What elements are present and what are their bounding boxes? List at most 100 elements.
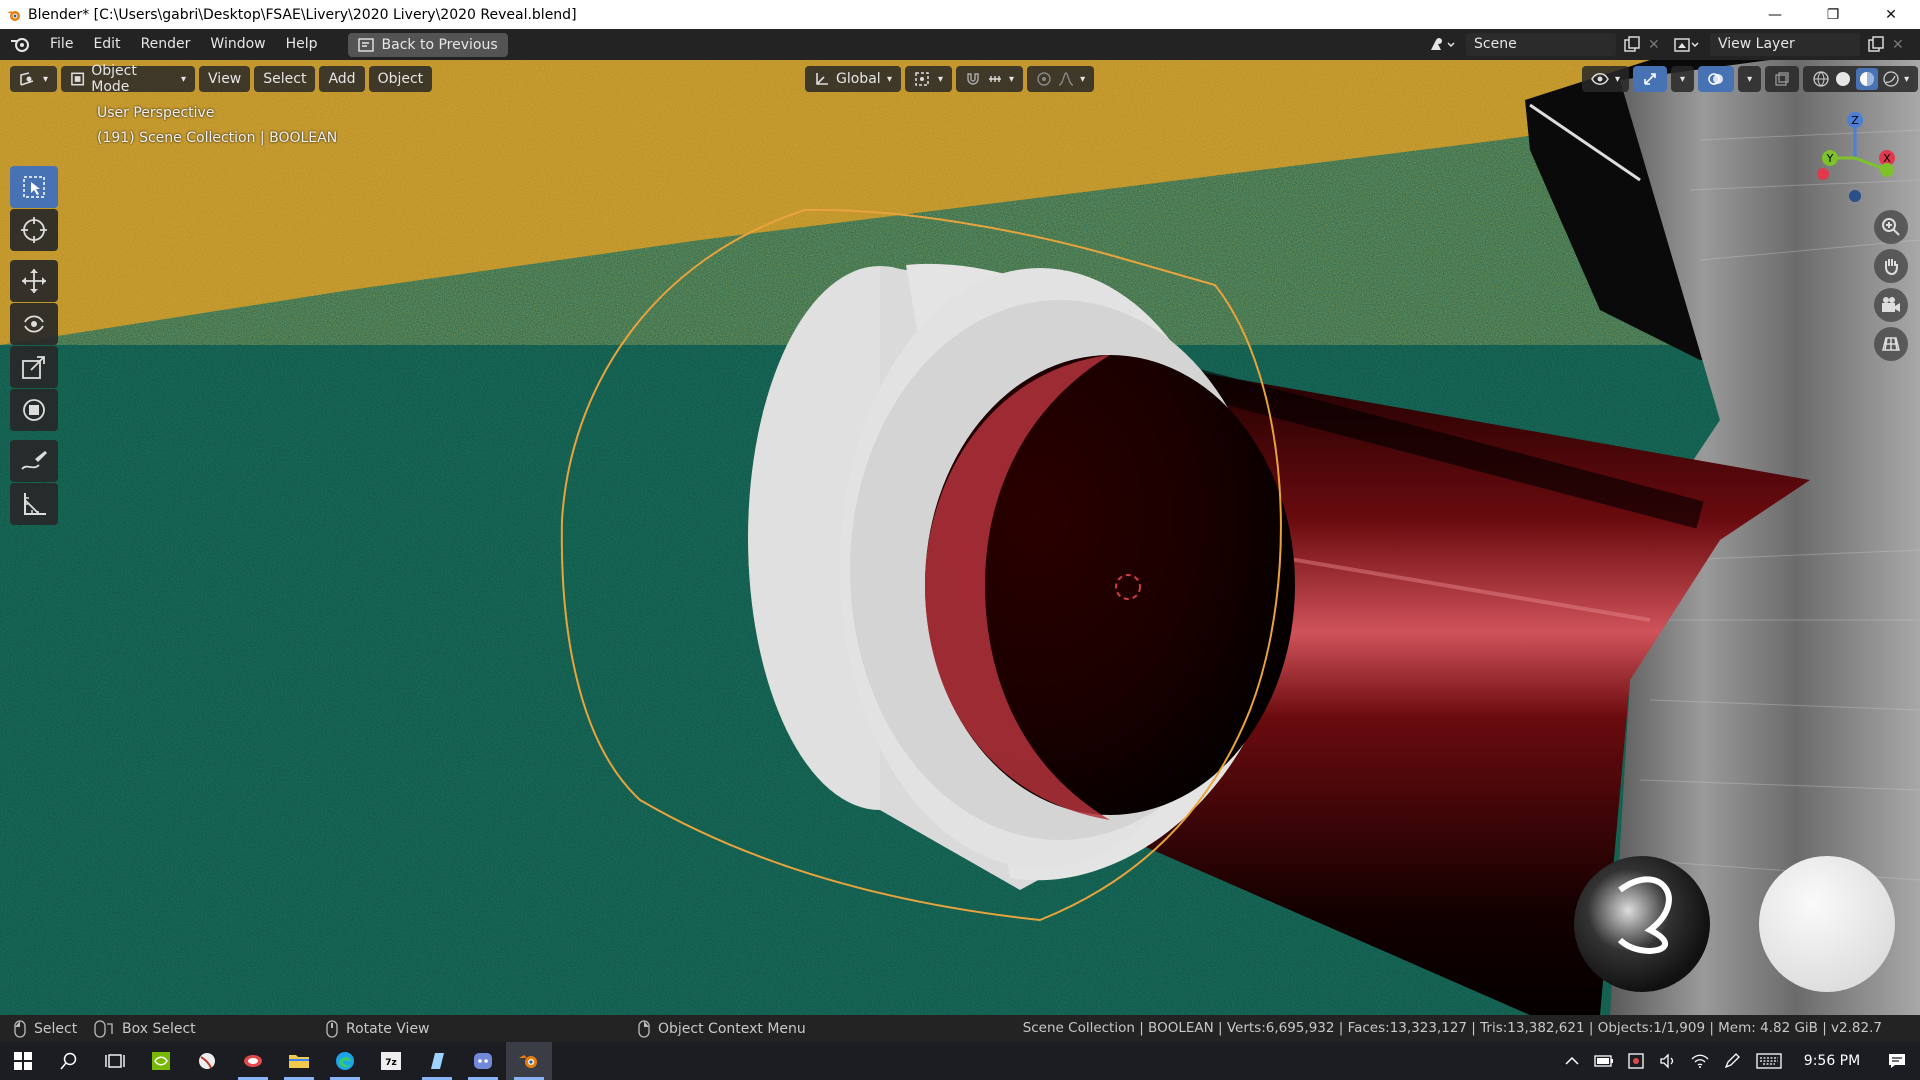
viewport-render	[0, 60, 1920, 1015]
taskbar-file-explorer[interactable]	[276, 1042, 322, 1080]
chevron-down-icon: ▾	[1680, 73, 1686, 85]
system-tray: 9:56 PM	[1556, 1042, 1920, 1080]
maximize-button[interactable]: ❐	[1804, 0, 1862, 29]
touch-keyboard[interactable]	[1748, 1042, 1790, 1080]
pen-icon	[1724, 1053, 1740, 1069]
move-icon	[22, 269, 46, 293]
new-view-layer-icon[interactable]	[1866, 35, 1886, 55]
chevron-down-icon[interactable]: ▾	[1904, 74, 1909, 85]
taskbar-search[interactable]	[46, 1042, 92, 1080]
status-context-menu: Object Context Menu	[638, 1019, 806, 1038]
view-layer-selector[interactable]: View Layer ✕	[1672, 33, 1904, 56]
blue-app-icon	[431, 1053, 444, 1069]
status-context-menu-label: Object Context Menu	[658, 1020, 806, 1037]
show-hidden-icons[interactable]	[1556, 1042, 1588, 1080]
camera-view-button[interactable]	[1874, 288, 1908, 322]
transform-orientation-dropdown[interactable]: Global ▾	[805, 66, 901, 92]
toggle-ortho-button[interactable]	[1874, 327, 1908, 361]
shading-buttons: ▾	[1803, 66, 1919, 92]
blender-menu-icon[interactable]	[0, 29, 40, 60]
tool-annotate[interactable]	[10, 440, 58, 482]
chevron-down-icon: ▾	[1615, 73, 1621, 85]
xray-toggle[interactable]	[1765, 66, 1800, 92]
eye-icon	[1591, 73, 1609, 85]
gizmo-toggle[interactable]	[1633, 66, 1668, 92]
zoom-view-button[interactable]	[1874, 210, 1908, 244]
visibility-dropdown[interactable]: ▾	[1582, 66, 1630, 92]
tray-app-icon	[1628, 1053, 1644, 1069]
new-scene-icon[interactable]	[1622, 35, 1642, 55]
taskbar-clock[interactable]: 9:56 PM	[1790, 1053, 1874, 1069]
close-button[interactable]: ✕	[1862, 0, 1920, 29]
tool-rotate[interactable]	[10, 303, 58, 345]
navigation-gizmo[interactable]: Z Y X	[1805, 108, 1905, 208]
active-collection-label: (191) Scene Collection | BOOLEAN	[97, 130, 338, 146]
network-status[interactable]	[1684, 1042, 1716, 1080]
notification-icon	[1889, 1054, 1905, 1068]
pen-workspace[interactable]	[1716, 1042, 1748, 1080]
tool-move[interactable]	[10, 260, 58, 302]
overlays-toggle[interactable]	[1698, 66, 1735, 92]
pivot-point-dropdown[interactable]: ▾	[905, 66, 953, 92]
taskbar-app-creative[interactable]	[230, 1042, 276, 1080]
object-mode-dropdown[interactable]: Object Mode ▾	[61, 63, 196, 95]
status-box-select-label: Box Select	[122, 1020, 196, 1037]
overlays-dropdown[interactable]: ▾	[1738, 66, 1762, 92]
taskbar-7zip[interactable]: 7z	[368, 1042, 414, 1080]
snap-settings[interactable]: ▾	[956, 66, 1024, 92]
chevron-down-icon: ▾	[43, 73, 49, 85]
view-layer-name-field[interactable]: View Layer	[1710, 33, 1860, 56]
scene-name-field[interactable]: Scene	[1466, 33, 1616, 56]
view-menu[interactable]: View	[199, 66, 251, 92]
start-button[interactable]	[0, 1042, 46, 1080]
editor-type-button[interactable]: ▾	[10, 66, 58, 92]
solid-shading-icon[interactable]	[1834, 70, 1852, 88]
taskbar-app-ball[interactable]	[184, 1042, 230, 1080]
tool-cursor[interactable]	[10, 209, 58, 251]
tool-scale[interactable]	[10, 346, 58, 388]
taskbar-blender[interactable]	[506, 1042, 552, 1080]
volume-control[interactable]	[1652, 1042, 1684, 1080]
delete-scene-icon[interactable]: ✕	[1648, 37, 1660, 53]
menu-render[interactable]: Render	[131, 29, 201, 60]
status-box-select: Box Select	[94, 1019, 196, 1038]
search-icon	[60, 1052, 77, 1070]
material-preview-shading-icon[interactable]	[1856, 68, 1879, 90]
wireframe-shading-icon[interactable]	[1812, 70, 1830, 88]
mouse-left-icon	[14, 1019, 26, 1038]
creative-app-icon	[244, 1055, 262, 1067]
task-view-button[interactable]	[92, 1042, 138, 1080]
menu-help[interactable]: Help	[276, 29, 328, 60]
pan-view-button[interactable]	[1874, 249, 1908, 283]
back-screen-icon	[357, 37, 374, 52]
gizmo-dropdown[interactable]: ▾	[1671, 66, 1695, 92]
select-menu[interactable]: Select	[254, 66, 316, 92]
action-center[interactable]	[1874, 1042, 1920, 1080]
status-select-label: Select	[34, 1020, 78, 1037]
add-menu[interactable]: Add	[319, 66, 365, 92]
menu-window[interactable]: Window	[200, 29, 275, 60]
tool-transform[interactable]	[10, 389, 58, 431]
tray-app[interactable]	[1620, 1042, 1652, 1080]
taskbar-discord[interactable]	[460, 1042, 506, 1080]
taskbar-edge[interactable]	[322, 1042, 368, 1080]
tool-select-box[interactable]	[10, 166, 58, 208]
proportional-editing[interactable]: ▾	[1027, 66, 1095, 92]
gizmo-z-label: Z	[1851, 114, 1859, 127]
taskbar-app-blue[interactable]	[414, 1042, 460, 1080]
tool-measure[interactable]	[10, 483, 58, 525]
battery-indicator[interactable]	[1588, 1042, 1620, 1080]
pivot-icon	[915, 72, 929, 86]
3d-viewport[interactable]: User Perspective (191) Scene Collection …	[0, 60, 1920, 1015]
menu-edit[interactable]: Edit	[83, 29, 130, 60]
delete-view-layer-icon[interactable]: ✕	[1892, 37, 1904, 53]
rendered-shading-icon[interactable]	[1882, 70, 1900, 88]
menu-file[interactable]: File	[40, 29, 83, 60]
back-to-previous-button[interactable]: Back to Previous	[347, 32, 508, 57]
scene-selector[interactable]: Scene ✕	[1428, 33, 1660, 56]
taskbar-nvidia[interactable]	[138, 1042, 184, 1080]
zoom-icon	[1882, 218, 1900, 236]
battery-icon	[1594, 1055, 1613, 1067]
minimize-button[interactable]: —	[1746, 0, 1804, 29]
object-menu[interactable]: Object	[368, 66, 433, 92]
